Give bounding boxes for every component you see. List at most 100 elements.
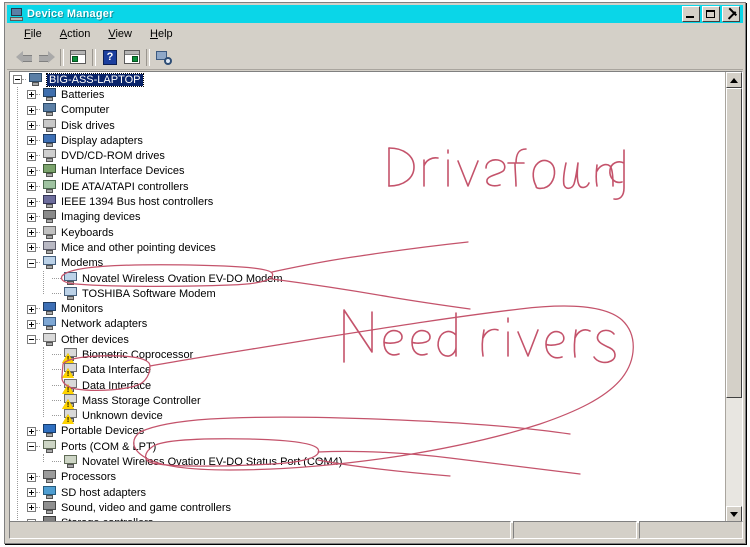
collapse-node-button[interactable] [27, 335, 36, 345]
battery-icon [42, 87, 58, 102]
expand-node-button[interactable] [27, 472, 36, 482]
tree-node[interactable]: Monitors [10, 301, 725, 316]
tree-node[interactable]: Data Interface [10, 363, 725, 379]
expand-node-button[interactable] [27, 197, 36, 207]
tree-node-label: Display adapters [61, 134, 143, 147]
tree-node[interactable]: Unknown device [10, 409, 725, 425]
scroll-up-button[interactable] [726, 72, 742, 88]
tree-node-label: Human Interface Devices [61, 165, 185, 178]
forward-button[interactable] [35, 47, 57, 68]
tree-node[interactable]: IDE ATA/ATAPI controllers [10, 179, 725, 194]
expand-node-button[interactable] [27, 488, 36, 498]
expand-node-button[interactable] [27, 182, 36, 192]
tree-node[interactable]: IEEE 1394 Bus host controllers [10, 194, 725, 209]
device-tree-pane: BIG-ASS-LAPTOP Batteries Computer Disk driv… [9, 71, 743, 523]
expand-node-button[interactable] [27, 121, 36, 131]
expand-node-button[interactable] [27, 228, 36, 238]
tree-node[interactable]: Novatel Wireless Ovation EV-DO Status Po… [10, 454, 725, 469]
tree-connector [36, 246, 40, 249]
expand-node-button[interactable] [27, 212, 36, 222]
expand-node-button[interactable] [27, 243, 36, 253]
menu-file[interactable]: File [15, 26, 51, 42]
tree-node[interactable]: Disk drives [10, 118, 725, 133]
expand-node-button[interactable] [27, 151, 36, 161]
expand-node-button[interactable] [27, 105, 36, 115]
close-button[interactable] [722, 6, 740, 22]
display-adapter-icon [42, 133, 58, 148]
tree-node[interactable]: TOSHIBA Software Modem [10, 286, 725, 301]
menu-help[interactable]: Help [141, 26, 182, 42]
tree-node[interactable]: Imaging devices [10, 210, 725, 225]
tree-node[interactable]: Data Interface [10, 378, 725, 394]
scroll-down-button[interactable] [726, 506, 742, 522]
minimize-button[interactable] [682, 6, 700, 22]
tree-node[interactable]: DVD/CD-ROM drives [10, 148, 725, 163]
tree-node-label: Monitors [61, 303, 104, 316]
tree-node[interactable]: Display adapters [10, 133, 725, 148]
tree-node[interactable]: Mass Storage Controller [10, 393, 725, 409]
tree-connector [36, 170, 40, 172]
tree-connector [36, 445, 40, 448]
tree-node[interactable]: Computer [10, 103, 725, 118]
tree-node[interactable]: Network adapters [10, 317, 725, 332]
tree-node[interactable]: Ports (COM & LPT) [10, 439, 725, 454]
help-button[interactable]: ? [99, 47, 121, 68]
ieee1394-icon [42, 195, 58, 209]
expand-node-button[interactable] [27, 426, 36, 436]
tree-connector [36, 506, 40, 509]
vertical-scrollbar[interactable] [725, 72, 742, 522]
tree-connector [36, 338, 40, 341]
collapse-node-button[interactable] [13, 75, 22, 85]
warning-badge-icon [62, 368, 74, 379]
tree-node[interactable]: Novatel Wireless Ovation EV-DO Modem [10, 271, 725, 286]
menu-action[interactable]: Action [51, 26, 100, 42]
tree-connector [36, 308, 40, 310]
tree-connector [36, 262, 40, 264]
expand-node-button[interactable] [27, 304, 36, 314]
tree-node-label: Network adapters [61, 318, 148, 331]
monitor-icon [42, 302, 58, 316]
expand-node-button[interactable] [27, 319, 36, 329]
tree-node[interactable]: Other devices [10, 332, 725, 347]
tree-node[interactable]: Mice and other pointing devices [10, 240, 725, 255]
tree-node[interactable]: Human Interface Devices [10, 164, 725, 179]
collapse-node-button[interactable] [27, 258, 36, 268]
device-tree[interactable]: BIG-ASS-LAPTOP Batteries Computer Disk driv… [10, 72, 725, 522]
tree-connector [36, 216, 40, 218]
tree-node-label: Modems [61, 257, 104, 270]
tree-node[interactable]: Biometric Coprocessor [10, 347, 725, 363]
maximize-button[interactable] [702, 6, 720, 22]
unknown-device-icon [62, 409, 79, 425]
properties-panel-icon [124, 50, 140, 64]
tree-node[interactable]: Keyboards [10, 225, 725, 240]
expand-node-button[interactable] [27, 136, 36, 146]
back-button[interactable] [13, 47, 35, 68]
tree-connector [36, 476, 40, 478]
expand-node-button[interactable] [27, 166, 36, 176]
toolbar-separator [146, 48, 150, 66]
tree-node[interactable]: Sound, video and game controllers [10, 500, 725, 515]
tree-connector [36, 139, 40, 142]
tree-node[interactable]: Portable Devices [10, 424, 725, 439]
properties-button[interactable] [121, 47, 143, 68]
tree-node[interactable]: Batteries [10, 87, 725, 102]
tree-connector [52, 292, 61, 295]
scrollbar-thumb[interactable] [726, 88, 742, 398]
dvd-drive-icon [42, 149, 58, 163]
tree-connector [36, 201, 40, 203]
expand-node-button[interactable] [27, 503, 36, 513]
collapse-node-button[interactable] [27, 442, 36, 452]
tree-node-label: Ports (COM & LPT) [61, 440, 157, 453]
tree-node-label: Mice and other pointing devices [61, 241, 216, 254]
tree-node-label: Novatel Wireless Ovation EV-DO Modem [82, 272, 283, 285]
tree-node[interactable]: SD host adapters [10, 485, 725, 500]
tree-root-node[interactable]: BIG-ASS-LAPTOP [10, 72, 725, 87]
scan-for-hardware-changes-button[interactable] [153, 47, 175, 68]
menu-view[interactable]: View [99, 26, 141, 42]
tree-node-label: Imaging devices [61, 211, 141, 224]
expand-node-button[interactable] [27, 90, 36, 100]
tree-node[interactable]: Modems [10, 256, 725, 271]
tree-node[interactable]: Processors [10, 470, 725, 485]
menu-bar: File Action View Help [7, 24, 743, 43]
show-hide-console-tree-button[interactable] [67, 47, 89, 68]
